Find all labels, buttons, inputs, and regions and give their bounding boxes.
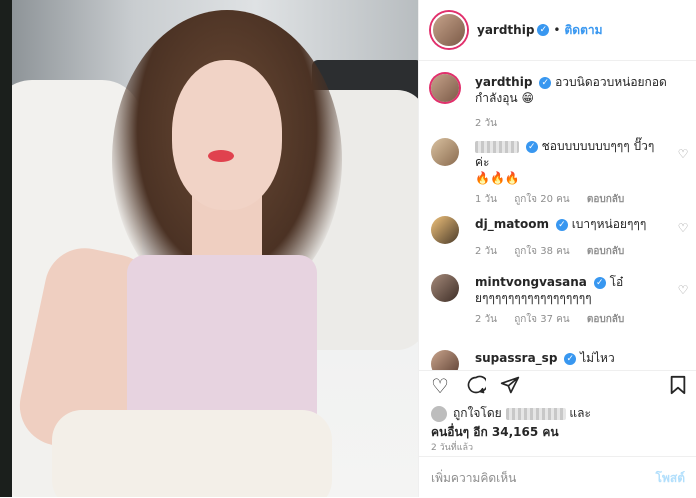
caption-time: 2 วัน: [475, 118, 497, 129]
comment-username[interactable]: supassra_sp: [475, 351, 557, 365]
comment-username[interactable]: dj_matoom: [475, 217, 549, 231]
liker-avatar[interactable]: [431, 405, 447, 422]
avatar[interactable]: [431, 12, 467, 48]
photo-lips: [208, 150, 234, 162]
comment-avatar[interactable]: [431, 274, 459, 302]
comment-avatar[interactable]: [431, 350, 459, 370]
liked-by: ถูกใจโดย และ คนอื่นๆ อีก 34,165 คน: [431, 404, 591, 442]
comment-likes[interactable]: ถูกใจ 37 คน: [514, 314, 569, 325]
comment-likes[interactable]: ถูกใจ 20 คน: [514, 194, 569, 205]
left-edge-strip: [0, 0, 12, 497]
post-comment-button[interactable]: โพสต์: [656, 469, 685, 488]
add-comment-bar: เพิ่มความคิดเห็น โพสต์: [419, 456, 696, 498]
share-icon[interactable]: [499, 375, 521, 397]
separator-dot: •: [553, 23, 561, 37]
liked-by-prefix: ถูกใจโดย: [453, 406, 502, 420]
reply-button[interactable]: ตอบกลับ: [587, 314, 624, 325]
comment-input[interactable]: เพิ่มความคิดเห็น: [431, 469, 516, 488]
post-header: yardthip ✓ • ติดตาม: [419, 0, 696, 61]
follow-button[interactable]: ติดตาม: [565, 21, 603, 40]
comment-time: 2 วัน: [475, 314, 497, 325]
comments-list[interactable]: yardthip ✓ อวบนิดอวบหน่อยกอดกำลังอุน 😁 2…: [419, 60, 696, 370]
reply-button[interactable]: ตอบกลับ: [587, 194, 624, 205]
verified-badge-icon: ✓: [555, 218, 568, 231]
comment-likes[interactable]: ถูกใจ 38 คน: [514, 246, 569, 257]
post-photo[interactable]: [12, 0, 418, 497]
caption-emoji: 😁: [521, 91, 534, 105]
verified-badge-icon: ✓: [564, 352, 577, 365]
liked-by-and: และ: [569, 406, 591, 420]
blurred-liker-name: [505, 407, 566, 420]
verified-badge-icon: ✓: [537, 24, 550, 36]
verified-badge-icon: ✓: [525, 140, 538, 153]
comment-heart-icon[interactable]: ♡: [677, 284, 689, 296]
verified-badge-icon: ✓: [593, 276, 606, 289]
liked-by-others[interactable]: คนอื่นๆ อีก 34,165 คน: [431, 425, 559, 439]
reply-button[interactable]: ตอบกลับ: [587, 246, 624, 257]
comment-heart-icon[interactable]: ♡: [677, 222, 689, 234]
heart-icon[interactable]: ♡: [429, 375, 451, 397]
comment-heart-icon[interactable]: ♡: [677, 148, 689, 160]
comment-icon[interactable]: [465, 375, 489, 397]
comment-avatar[interactable]: [431, 216, 459, 244]
comment-username[interactable]: mintvongvasana: [475, 275, 587, 289]
comment-time: 1 วัน: [475, 194, 497, 205]
post-sidebar: yardthip ✓ • ติดตาม yardthip ✓ อวบนิดอวบ…: [418, 0, 696, 497]
photo-face: [172, 60, 282, 210]
caption-avatar[interactable]: [431, 74, 459, 102]
verified-badge-icon: ✓: [539, 76, 552, 89]
photo-shorts: [52, 410, 332, 497]
blurred-username: [475, 140, 519, 153]
post-timestamp[interactable]: 2 วันที่แล้ว: [431, 440, 473, 454]
caption-username[interactable]: yardthip: [475, 75, 532, 89]
post-actions: ♡: [419, 370, 696, 401]
comment-text: เบาๆหน่อยๆๆๆ: [571, 217, 647, 231]
header-username[interactable]: yardthip: [477, 23, 534, 37]
bookmark-icon[interactable]: [667, 375, 689, 397]
fire-emoji: 🔥🔥🔥: [475, 171, 520, 185]
comment-time: 2 วัน: [475, 246, 497, 257]
comment-avatar[interactable]: [431, 138, 459, 166]
